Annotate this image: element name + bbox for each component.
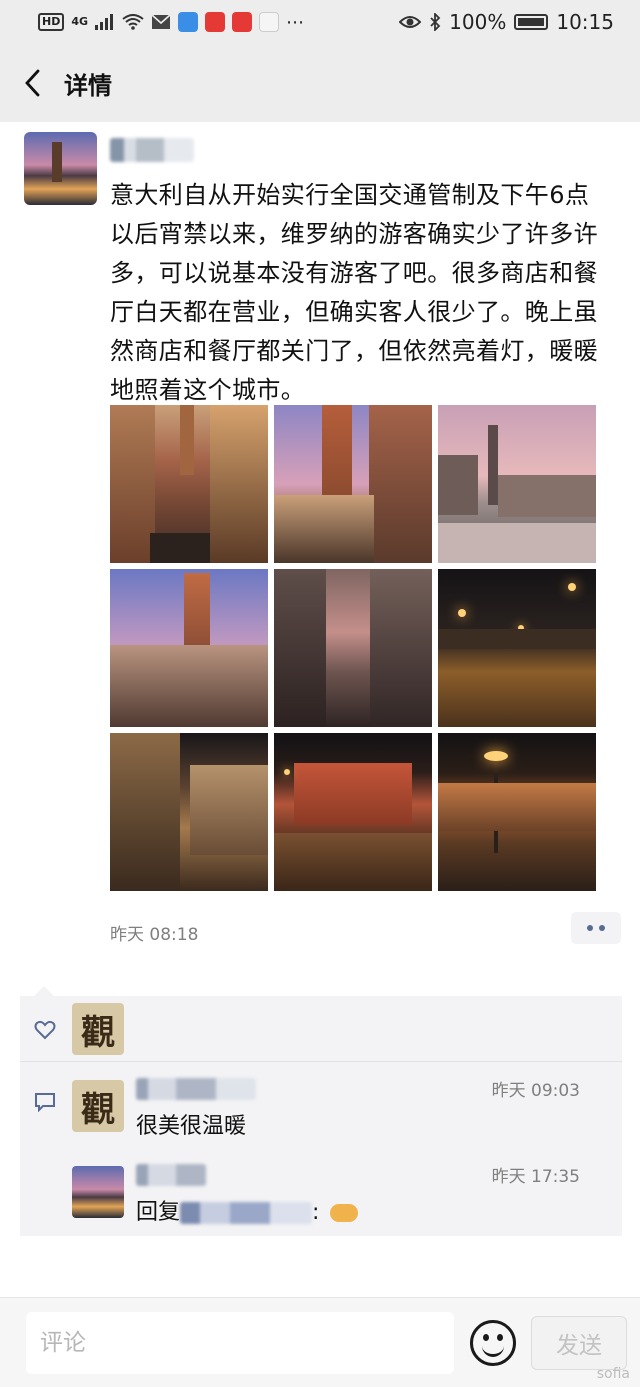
photo-red-palace-night[interactable] [274, 733, 432, 891]
like-row: 觀 [20, 996, 622, 1062]
photo-arcade-night[interactable] [110, 733, 268, 891]
photo-grid [110, 405, 596, 891]
status-icons-left: HD 4G ⋯ [38, 12, 305, 33]
map-app-icon [259, 12, 280, 32]
comment-input[interactable] [26, 1312, 454, 1374]
post-text: 意大利自从开始实行全国交通管制及下午6点以后宵禁以来，维罗纳的游客确实少了许多许… [110, 181, 598, 404]
watermark: sofia [596, 1366, 630, 1382]
battery-icon [514, 14, 549, 30]
clock: 10:15 [556, 10, 614, 34]
comment-text: 回复: [136, 1194, 359, 1226]
status-bar: HD 4G ⋯ 100% 10:15 [0, 0, 640, 44]
commenter-avatar[interactable] [72, 1166, 124, 1218]
wifi-icon [122, 14, 144, 30]
dot-icon [599, 925, 605, 931]
photo-narrow-street[interactable] [274, 569, 432, 727]
bluetooth-icon [430, 13, 441, 31]
signal-icon [95, 14, 114, 30]
photo-alley-dusk[interactable] [110, 405, 268, 563]
comment-time: 昨天 09:03 [491, 1081, 580, 1101]
comment-item[interactable]: 觀 昨天 09:03 很美很温暖 [72, 1076, 612, 1146]
photo-piazza-night[interactable] [438, 569, 596, 727]
network-type: 4G [71, 15, 89, 28]
photo-tower-pink-sky[interactable] [274, 405, 432, 563]
eye-icon [399, 16, 422, 28]
commenter-name[interactable] [136, 1078, 256, 1100]
chevron-left-icon [25, 69, 40, 97]
battery-percent: 100% [449, 10, 507, 34]
comment-time: 昨天 17:35 [491, 1167, 580, 1187]
heart-icon [34, 1020, 56, 1040]
back-button[interactable] [0, 44, 64, 122]
app-notification-icon [178, 12, 199, 32]
comment-item[interactable]: 昨天 17:35 回复: [72, 1162, 612, 1232]
commenter-avatar[interactable]: 觀 [72, 1080, 124, 1132]
photo-square-lamps-night[interactable] [438, 733, 596, 891]
emoji-button[interactable] [470, 1320, 516, 1366]
liker-avatar[interactable]: 觀 [72, 1003, 124, 1055]
hd-icon: HD [38, 13, 65, 31]
author-name[interactable] [110, 138, 194, 162]
commenter-name[interactable] [136, 1164, 206, 1186]
reply-suffix: : [312, 1200, 320, 1225]
comment-text: 很美很温暖 [136, 1114, 247, 1139]
dot-icon [587, 925, 593, 931]
reply-target-name[interactable] [180, 1202, 313, 1224]
post-time: 昨天 08:18 [110, 925, 199, 945]
mail-icon [151, 14, 171, 29]
interaction-panel: 觀 觀 昨天 09:03 很美很温暖 昨天 17:35 回复: [20, 986, 622, 1236]
handshake-emoji-icon [330, 1204, 359, 1222]
nav-bar: 详情 [0, 44, 640, 122]
status-icons-right: 100% 10:15 [399, 10, 614, 34]
photo-piazza-dusk[interactable] [438, 405, 596, 563]
audio-app-icon [232, 12, 253, 32]
send-button[interactable]: 发送 [531, 1316, 627, 1370]
news-app-icon [205, 12, 226, 32]
page-title: 详情 [64, 71, 112, 100]
photo-tower-purple-sky[interactable] [110, 569, 268, 727]
more-actions-button[interactable] [571, 912, 621, 944]
comment-icon [35, 1093, 55, 1112]
author-avatar[interactable] [24, 132, 97, 205]
reply-prefix: 回复 [136, 1200, 181, 1225]
more-notifications-icon: ⋯ [286, 11, 306, 33]
comment-bar: 发送 [0, 1297, 640, 1387]
